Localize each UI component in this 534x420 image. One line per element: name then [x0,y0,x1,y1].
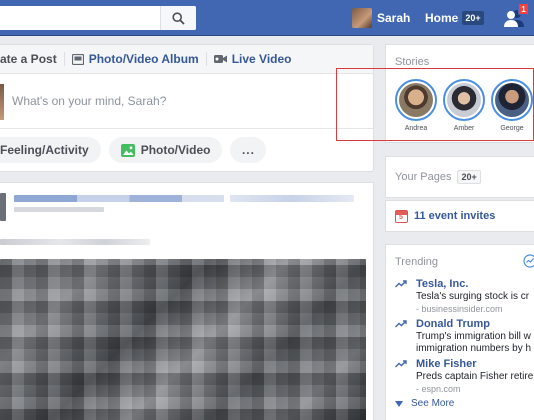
feeling-activity-button[interactable]: Feeling/Activity [0,137,101,163]
tab-photo-video-album[interactable]: Photo/Video Album [65,52,206,66]
profile-link[interactable]: Sarah [352,7,410,29]
album-icon [71,53,84,65]
trending-description: Trump's immigration bill w [416,331,531,342]
feeling-activity-label: Feeling/Activity [0,143,89,157]
home-label: Home [425,11,459,25]
trending-topic: Mike Fisher [416,358,477,370]
trending-description: immigration numbers by h [416,343,532,354]
trending-item-tesla[interactable]: Tesla, Inc. Tesla's surging stock is cr … [395,278,534,316]
trending-arrow-icon [395,320,407,328]
top-navigation-bar: Sarah Home 20+ 1 [0,0,534,36]
video-camera-icon [213,55,227,63]
calendar-icon [395,209,408,223]
blurred-post-header [230,195,354,202]
search-icon [172,11,185,25]
live-video-label: Live Video [231,52,292,66]
see-more-link[interactable]: See More [395,398,454,409]
more-options-label: ... [241,143,255,157]
chevron-down-icon [395,400,403,407]
photo-video-album-label: Photo/Video Album [88,52,199,66]
trending-card: Trending Tesla, Inc. Tesla's surging sto… [385,244,534,420]
trending-description: Preds captain Fisher retire [416,371,534,382]
story-george[interactable]: George [491,79,533,132]
avatar [399,83,433,117]
trending-source: - businessinsider.com [416,304,503,314]
create-post-label: ate a Post [0,52,57,66]
search-input[interactable] [6,10,154,26]
status-input[interactable] [12,90,352,112]
trending-arrow-icon [395,280,407,288]
stories-card: Stories Andrea Amber George [385,44,534,143]
trending-topic: Donald Trump [416,318,490,330]
blurred-post-header [14,195,224,202]
blurred-post-meta [14,207,104,212]
tab-create-post[interactable]: ate a Post [0,52,64,66]
trending-info-icon[interactable] [523,254,534,268]
avatar [447,83,481,117]
avatar [0,84,4,120]
post-author-avatar [0,193,6,221]
story-amber[interactable]: Amber [443,79,485,132]
your-pages-label: Your Pages [395,171,452,183]
post-composer: ate a Post Photo/Video Album Live Video … [0,44,374,172]
story-ring [491,79,533,121]
trending-description: Tesla's surging stock is cr [416,291,530,302]
event-invites-link[interactable]: 11 event invites [385,200,534,232]
trending-arrow-icon [395,360,407,368]
trending-source: - espn.com [416,384,461,394]
story-ring [443,79,485,121]
trending-item-donald-trump[interactable]: Donald Trump Trump's immigration bill w … [395,318,534,356]
photo-icon [120,143,135,157]
composer-actions: Feeling/Activity Photo/Video ... [0,129,373,171]
search-button[interactable] [160,6,196,30]
stories-title: Stories [395,56,430,68]
story-name: George [500,125,524,132]
friend-requests-badge: 1 [518,3,529,15]
tab-live-video[interactable]: Live Video [207,52,299,66]
composer-body [0,74,373,129]
story-name: Andrea [404,125,428,132]
story-andrea[interactable]: Andrea [395,79,437,132]
photo-video-button[interactable]: Photo/Video [108,137,223,163]
pages-count-badge: 20+ [457,170,481,184]
feed-post [0,182,374,420]
trending-item-mike-fisher[interactable]: Mike Fisher Preds captain Fisher retire … [395,358,534,396]
event-invites-label: 11 event invites [414,210,496,222]
blurred-post-photo [0,259,366,420]
see-more-label: See More [411,398,455,409]
trending-topic: Tesla, Inc. [416,278,469,290]
composer-tabs: ate a Post Photo/Video Album Live Video [0,45,373,74]
your-pages-link[interactable]: Your Pages 20+ [385,156,534,198]
story-name: Amber [453,125,475,132]
story-ring [395,79,437,121]
blurred-post-text [0,239,150,245]
avatar [495,83,529,117]
more-options-button[interactable]: ... [230,137,267,163]
home-count-badge: 20+ [462,11,484,25]
home-link[interactable]: Home 20+ [425,7,484,29]
trending-title: Trending [395,256,439,268]
photo-video-label: Photo/Video [140,143,211,157]
avatar [352,8,372,28]
profile-name: Sarah [377,11,411,25]
